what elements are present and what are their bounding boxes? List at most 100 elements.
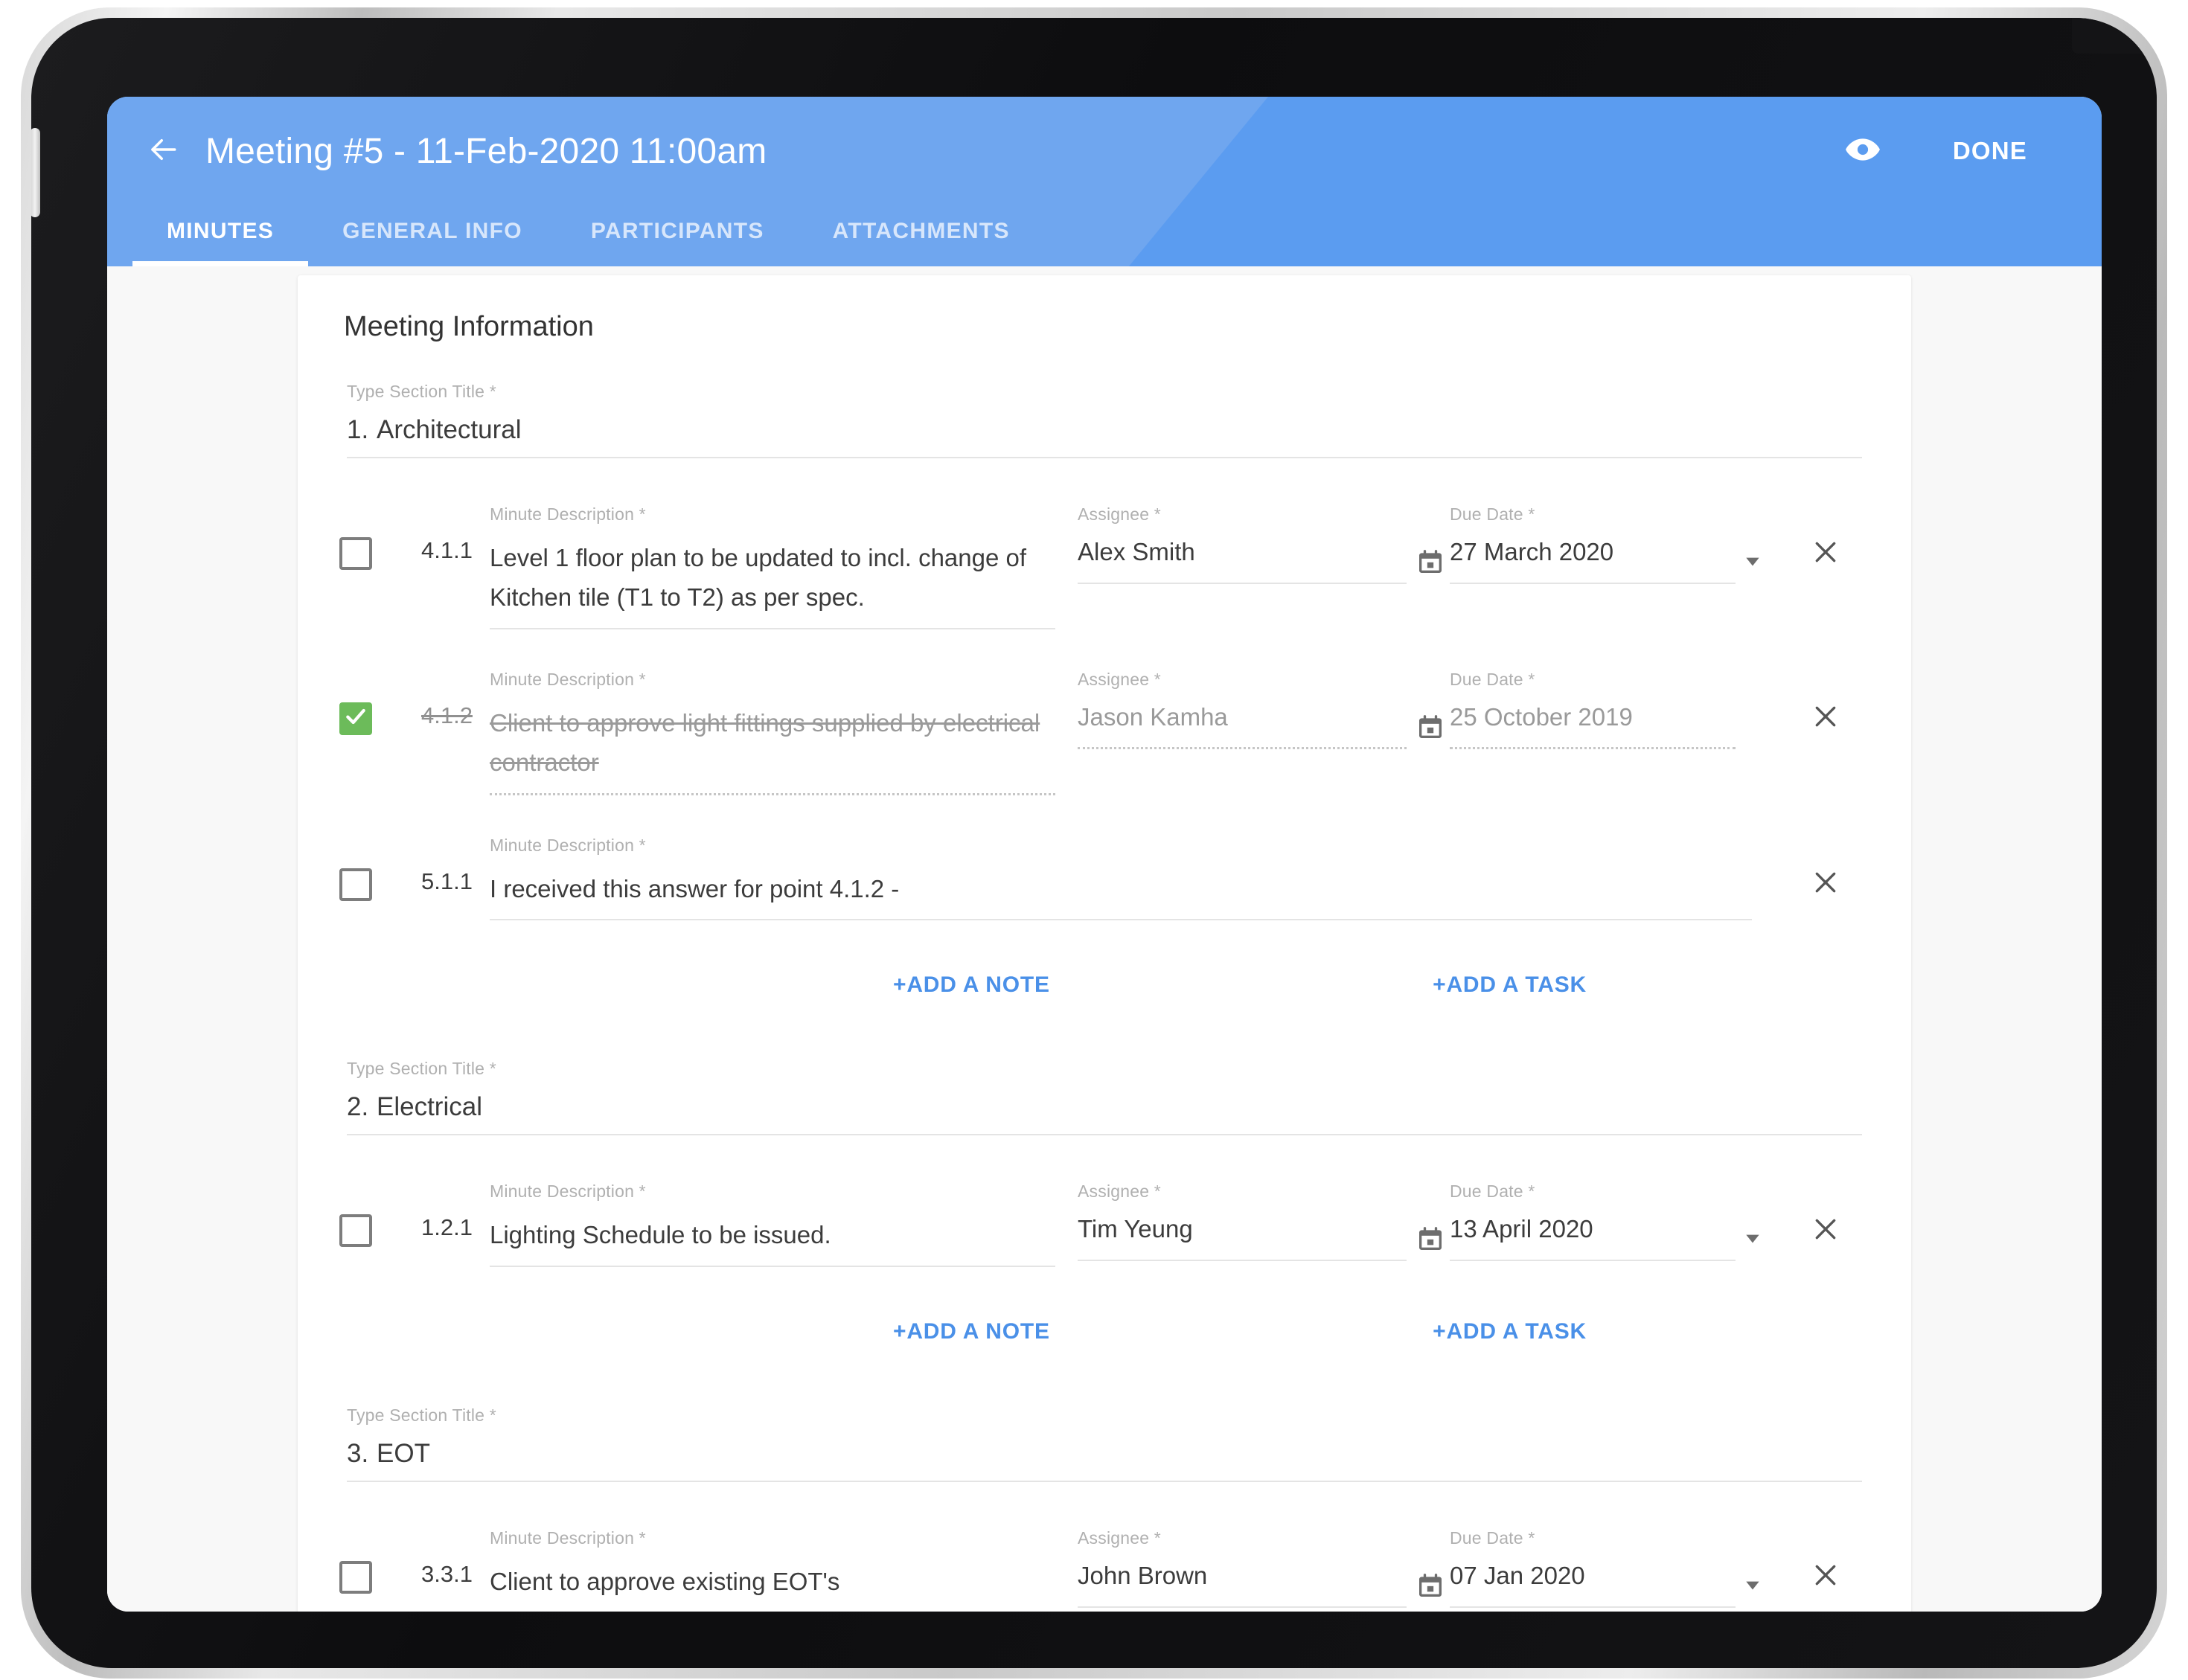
assignee-cell: Assignee * Alex Smith (1078, 504, 1450, 584)
calendar-icon[interactable] (1411, 712, 1450, 749)
due-date-input[interactable]: 27 March 2020 (1450, 538, 1736, 584)
power-button[interactable] (31, 128, 40, 217)
section-title-label: Type Section Title * (347, 382, 496, 401)
minute-description-input[interactable]: Client to approve existing EOT's (490, 1562, 1055, 1612)
minute-complete-checkbox[interactable] (339, 537, 372, 570)
assignee-cell: Assignee * Tim Yeung (1078, 1182, 1450, 1262)
device-top-notch (2072, 18, 2157, 54)
meeting-information-card: Meeting Information Type Section Title *… (298, 275, 1911, 1612)
minute-complete-checkbox[interactable] (339, 702, 372, 735)
assignee-input[interactable]: John Brown (1078, 1562, 1407, 1608)
minute-row: 3.3.1 Minute Description * Client to appro… (327, 1498, 1881, 1612)
calendar-icon[interactable] (1411, 1224, 1450, 1261)
minute-index: 5.1.1 (421, 868, 473, 894)
close-icon (1811, 1214, 1840, 1248)
close-icon (1811, 868, 1840, 901)
minute-complete-checkbox[interactable] (339, 1214, 372, 1248)
description-cell: Minute Description * Client to approve ex… (490, 1528, 1078, 1612)
tab-participants[interactable]: PARTICIPANTS (557, 219, 799, 266)
add-note-button[interactable]: +ADD A NOTE (893, 1319, 1050, 1344)
tab-attachments[interactable]: ATTACHMENTS (799, 219, 1044, 266)
assignee-input[interactable]: Alex Smith (1078, 538, 1407, 584)
delete-minute-button[interactable] (1805, 1210, 1846, 1251)
back-button[interactable] (137, 125, 189, 177)
add-task-button[interactable]: +ADD A TASK (1433, 972, 1587, 998)
delete-minute-button[interactable] (1805, 864, 1846, 905)
minute-row: 5.1.1 Minute Description * I received this… (327, 806, 1881, 931)
calendar-icon[interactable] (1411, 547, 1450, 584)
minute-index: 1.2.1 (421, 1214, 473, 1241)
section-title-input[interactable]: 1. Architectural (347, 415, 1862, 458)
close-icon (1811, 1560, 1840, 1594)
tablet-device-frame: Meeting #5 - 11-Feb-2020 11:00am DONE MI… (21, 7, 2167, 1679)
sections-container: Type Section Title * 1. Architectural 4.1.1… (327, 382, 1881, 1612)
chevron-down-icon[interactable] (1736, 1575, 1770, 1608)
done-button[interactable]: DONE (1950, 129, 2030, 173)
delete-minute-button[interactable] (1805, 698, 1846, 740)
chevron-down-icon[interactable] (1736, 1228, 1770, 1261)
minutes-list: 1.2.1 Minute Description * Lighting Schedu… (327, 1152, 1881, 1277)
minute-description-input[interactable]: Level 1 floor plan to be updated to incl… (490, 538, 1055, 629)
delete-cell (1770, 1528, 1881, 1598)
minutes-list: 4.1.1 Minute Description * Level 1 floor p… (327, 475, 1881, 931)
due-date-label: Due Date * (1450, 1527, 1535, 1548)
add-task-button[interactable]: +ADD A TASK (1433, 1319, 1587, 1344)
calendar-icon[interactable] (1411, 1571, 1450, 1608)
delete-minute-button[interactable] (1805, 1556, 1846, 1598)
due-date-cell: Due Date * 25 October 2019 (1450, 670, 1770, 749)
minutes-list: 3.3.1 Minute Description * Client to appro… (327, 1498, 1881, 1612)
assignee-label: Assignee * (1078, 1527, 1161, 1548)
minute-index: 4.1.1 (421, 537, 473, 563)
description-cell: Minute Description * Level 1 floor plan t… (490, 504, 1078, 629)
tablet-screen: Meeting #5 - 11-Feb-2020 11:00am DONE MI… (107, 97, 2102, 1612)
assignee-label: Assignee * (1078, 669, 1161, 689)
chevron-down-icon (1736, 736, 1770, 749)
assignee-label: Assignee * (1078, 1182, 1161, 1202)
content-scroll-area[interactable]: Meeting Information Type Section Title *… (107, 266, 2102, 1612)
section-title-block: Type Section Title * 1. Architectural (327, 382, 1881, 458)
section-number: 1. (347, 415, 369, 444)
section-title-label: Type Section Title * (347, 1059, 496, 1079)
due-date-label: Due Date * (1450, 669, 1535, 689)
section-title-input[interactable]: 2. Electrical (347, 1092, 1862, 1136)
due-date-label: Due Date * (1450, 504, 1535, 524)
minute-description-label: Minute Description * (490, 835, 646, 855)
minute-row: 4.1.2 Minute Description * Client to appro… (327, 640, 1881, 806)
tab-general-info[interactable]: GENERAL INFO (308, 219, 557, 266)
assignee-cell: Assignee * John Brown (1078, 1528, 1450, 1608)
assignee-input[interactable]: Jason Kamha (1078, 703, 1407, 749)
minute-description-label: Minute Description * (490, 504, 646, 524)
add-actions: +ADD A NOTE +ADD A TASK (327, 1277, 1862, 1367)
minute-complete-checkbox[interactable] (339, 1560, 372, 1594)
delete-cell (1770, 670, 1881, 740)
due-date-input[interactable]: 25 October 2019 (1450, 703, 1736, 749)
assignee-input[interactable]: Tim Yeung (1078, 1215, 1407, 1262)
minute-description-input[interactable]: Lighting Schedule to be issued. (490, 1215, 1055, 1267)
section-number: 2. (347, 1092, 369, 1122)
minute-complete-checkbox[interactable] (339, 868, 372, 901)
minute-description-input[interactable]: Client to approve light fittings supplie… (490, 703, 1055, 795)
tablet-body: Meeting #5 - 11-Feb-2020 11:00am DONE MI… (31, 18, 2157, 1668)
due-date-label: Due Date * (1450, 1182, 1535, 1202)
page-title: Meeting #5 - 11-Feb-2020 11:00am (205, 131, 767, 171)
minute-description-label: Minute Description * (490, 1527, 646, 1548)
eye-icon (1844, 131, 1881, 172)
minute-description-label: Minute Description * (490, 669, 646, 689)
row-checkbox-cell (327, 1528, 421, 1594)
delete-cell (1770, 504, 1881, 574)
delete-cell (1770, 836, 1881, 905)
due-date-input[interactable]: 07 Jan 2020 (1450, 1562, 1736, 1608)
tab-minutes[interactable]: MINUTES (132, 219, 309, 266)
assignee-label: Assignee * (1078, 504, 1161, 524)
preview-button[interactable] (1840, 128, 1886, 174)
section-title-value: Architectural (377, 415, 522, 444)
minute-row: 1.2.1 Minute Description * Lighting Schedu… (327, 1152, 1881, 1277)
add-note-button[interactable]: +ADD A NOTE (893, 972, 1050, 998)
minute-description-input[interactable]: I received this answer for point 4.1.2 - (490, 869, 1752, 921)
close-icon (1811, 537, 1840, 571)
chevron-down-icon[interactable] (1736, 551, 1770, 584)
delete-minute-button[interactable] (1805, 533, 1846, 574)
due-date-input[interactable]: 13 April 2020 (1450, 1215, 1736, 1262)
section-title-input[interactable]: 3. EOT (347, 1439, 1862, 1482)
check-icon (344, 705, 368, 732)
